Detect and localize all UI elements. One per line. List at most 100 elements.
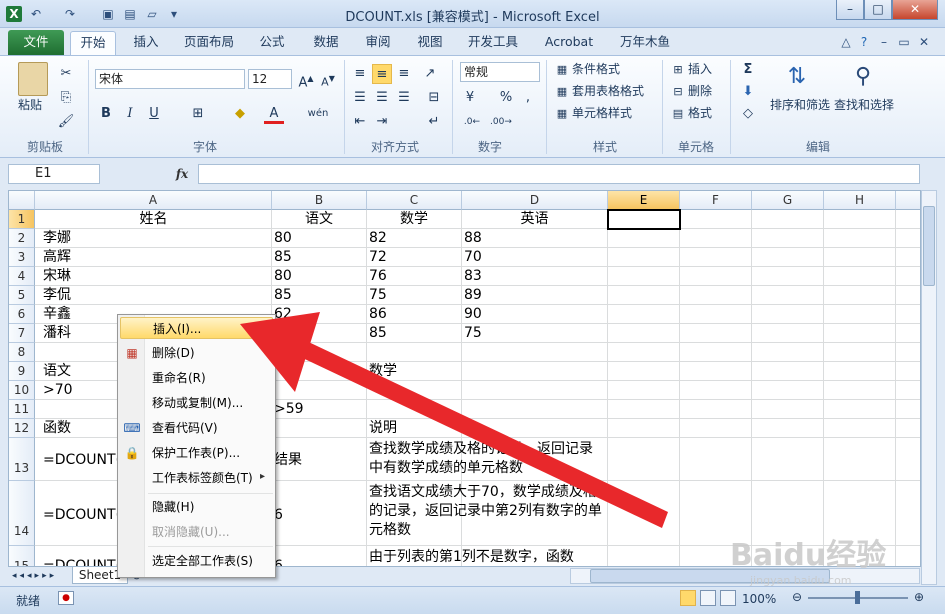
conditional-format-button[interactable]: 条件格式	[572, 60, 620, 78]
format-as-table-icon[interactable]: ▦	[552, 82, 572, 102]
column-header-b[interactable]: B	[272, 191, 367, 210]
tab-data[interactable]: 数据	[306, 31, 346, 55]
row-header[interactable]: 15	[9, 546, 35, 566]
column-header-a[interactable]: A	[35, 191, 272, 210]
cell-c5[interactable]: 75	[369, 286, 387, 304]
tab-home[interactable]: 开始	[70, 31, 116, 55]
name-box[interactable]: E1	[8, 164, 100, 184]
doc-restore-icon[interactable]: ▭	[896, 34, 912, 50]
row-header[interactable]: 3	[9, 248, 35, 267]
insert-function-button[interactable]: fx	[170, 165, 194, 183]
delete-cells-button[interactable]: 删除	[688, 82, 712, 100]
font-name-combo[interactable]: 宋体	[95, 69, 245, 89]
cell-c14[interactable]: 查找语文成绩大于70，数学成绩及格的记录，返回记录中第2列有数字的单元格数	[369, 483, 605, 540]
doc-minimize-icon[interactable]: –	[876, 34, 892, 50]
vertical-scroll-thumb[interactable]	[923, 206, 935, 286]
help-icon[interactable]: ?	[856, 34, 872, 50]
copy-icon[interactable]: ⎘	[56, 88, 76, 108]
ribbon-minimize-icon[interactable]: △	[838, 34, 854, 50]
tab-formulas[interactable]: 公式	[252, 31, 292, 55]
cell-b13[interactable]: 结果	[274, 451, 302, 469]
column-header-i[interactable]	[896, 191, 920, 210]
select-all-corner[interactable]	[9, 191, 35, 210]
row-header[interactable]: 9	[9, 362, 35, 381]
sort-filter-button[interactable]: 排序和筛选	[770, 96, 830, 114]
cell-c6[interactable]: 86	[369, 305, 387, 323]
align-bottom-icon[interactable]: ≡	[394, 64, 414, 84]
format-cells-icon[interactable]: ▤	[668, 104, 688, 124]
tab-page-layout[interactable]: 页面布局	[176, 31, 242, 55]
phonetic-icon[interactable]: wén	[306, 104, 330, 124]
row-header[interactable]: 6	[9, 305, 35, 324]
font-size-combo[interactable]: 12	[248, 69, 292, 89]
column-header-g[interactable]: G	[752, 191, 824, 210]
underline-button[interactable]: U	[144, 104, 164, 124]
align-right-icon[interactable]: ☰	[394, 88, 414, 108]
formula-input[interactable]	[198, 164, 920, 184]
menu-item-select-all-sheets[interactable]: 选定全部工作表(S)	[120, 550, 273, 572]
align-top-icon[interactable]: ≡	[350, 64, 370, 84]
cell-c9[interactable]: 数学	[369, 362, 397, 380]
decrease-decimal-icon[interactable]: .00→	[490, 112, 512, 132]
cell-d2[interactable]: 88	[464, 229, 482, 247]
row-header[interactable]: 1	[9, 210, 35, 229]
macro-record-icon[interactable]: ●	[58, 591, 74, 605]
doc-close-icon[interactable]: ✕	[916, 34, 932, 50]
find-select-icon[interactable]: ⚲	[848, 62, 878, 92]
zoom-out-icon[interactable]: ⊖	[790, 590, 804, 604]
number-format-combo[interactable]: 常规	[460, 62, 540, 82]
cell-d7[interactable]: 75	[464, 324, 482, 342]
row-header[interactable]: 8	[9, 343, 35, 362]
cell-b11[interactable]: >59	[274, 400, 304, 418]
cell-a4[interactable]: 宋琳	[43, 267, 71, 285]
menu-item-protect[interactable]: 保护工作表(P)...	[120, 442, 273, 464]
column-header-c[interactable]: C	[367, 191, 462, 210]
format-as-table-button[interactable]: 套用表格格式	[572, 82, 644, 100]
page-layout-view-icon[interactable]	[700, 590, 716, 606]
fill-color-icon[interactable]: ◆	[230, 104, 250, 124]
column-header-d[interactable]: D	[462, 191, 608, 210]
shrink-font-icon[interactable]: A▼	[318, 69, 338, 89]
cell-a5[interactable]: 李侃	[43, 286, 71, 304]
cell-c2[interactable]: 82	[369, 229, 387, 247]
cell-a3[interactable]: 高辉	[43, 248, 71, 266]
increase-decimal-icon[interactable]: .0←	[462, 112, 482, 132]
orientation-icon[interactable]: ↗	[420, 64, 440, 84]
wrap-text-icon[interactable]: ↵	[424, 112, 444, 132]
comma-button[interactable]: ,	[518, 88, 538, 108]
format-cells-button[interactable]: 格式	[688, 104, 712, 122]
zoom-level[interactable]: 100%	[742, 592, 776, 606]
menu-item-view-code[interactable]: 查看代码(V)	[120, 417, 273, 439]
format-painter-icon[interactable]: 🖌	[56, 112, 76, 132]
border-icon[interactable]: ⊞	[188, 104, 208, 124]
row-header[interactable]: 14	[9, 481, 35, 546]
insert-cells-icon[interactable]: ⊞	[668, 60, 688, 80]
cell-c15[interactable]: 由于列表的第1列不是数字，函数	[369, 548, 605, 566]
cell-d3[interactable]: 70	[464, 248, 482, 266]
tab-developer[interactable]: 开发工具	[462, 31, 524, 55]
row-header[interactable]: 2	[9, 229, 35, 248]
active-cell-e1[interactable]	[607, 209, 681, 230]
column-header-h[interactable]: H	[824, 191, 896, 210]
tab-acrobat[interactable]: Acrobat	[538, 31, 600, 55]
sort-filter-icon[interactable]: ⇅	[782, 62, 812, 92]
find-select-button[interactable]: 查找和选择	[834, 96, 894, 114]
cell-c13[interactable]: 查找数学成绩及格的记录，返回记录中有数学成绩的单元格数	[369, 440, 605, 478]
paste-icon[interactable]	[18, 62, 48, 96]
cell-a12[interactable]: 函数	[43, 419, 71, 437]
menu-item-move-copy[interactable]: 移动或复制(M)...	[120, 392, 273, 414]
bold-button[interactable]: B	[96, 104, 116, 124]
row-header[interactable]: 11	[9, 400, 35, 419]
cell-a7[interactable]: 潘科	[43, 324, 71, 342]
cell-c4[interactable]: 76	[369, 267, 387, 285]
cell-d4[interactable]: 83	[464, 267, 482, 285]
tab-view[interactable]: 视图	[410, 31, 450, 55]
fill-icon[interactable]: ⬇	[738, 82, 758, 102]
decrease-indent-icon[interactable]: ⇤	[350, 112, 370, 132]
cell-styles-button[interactable]: 单元格样式	[572, 104, 632, 122]
conditional-format-icon[interactable]: ▦	[552, 60, 572, 80]
column-header-f[interactable]: F	[680, 191, 752, 210]
zoom-slider-thumb[interactable]	[855, 591, 860, 604]
tab-file[interactable]: 文件	[8, 30, 64, 55]
cell-b6[interactable]: 62	[274, 305, 292, 323]
